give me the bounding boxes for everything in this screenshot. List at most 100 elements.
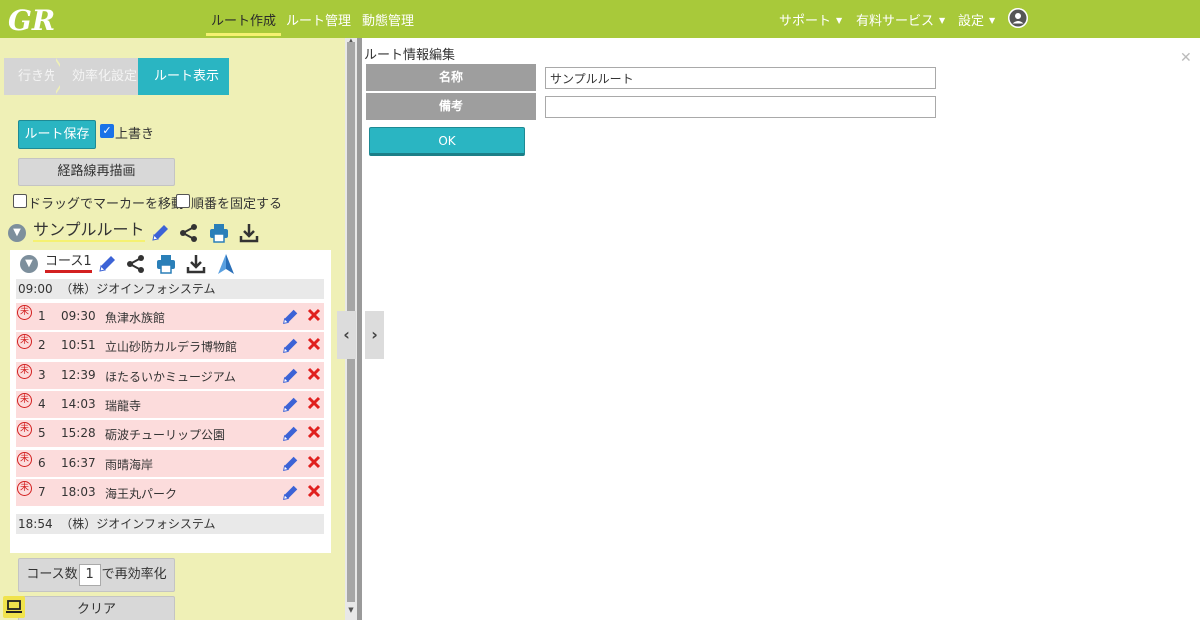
breadcrumb-step-optimize[interactable]: 効率化設定 (60, 58, 150, 95)
collapse-panel-button[interactable]: ‹ (337, 311, 356, 359)
nav-settings[interactable]: 設定 ▼ (958, 10, 995, 29)
breadcrumb-step-route-view[interactable]: ルート表示 (138, 58, 229, 95)
edit-pencil-icon[interactable] (280, 483, 300, 503)
unvisited-badge-icon: 未 (17, 451, 32, 467)
redraw-route-button[interactable]: 経路線再描画 (18, 158, 175, 186)
unvisited-badge-icon: 未 (17, 392, 32, 408)
edit-pencil-icon[interactable] (149, 222, 171, 244)
overwrite-checkbox[interactable]: ✓ (100, 124, 114, 138)
note-label: 備考 (366, 93, 536, 120)
edit-pencil-icon[interactable] (280, 307, 300, 327)
stop-number: 5 (38, 426, 46, 441)
end-name: （株）ジオインフォシステム (60, 517, 216, 531)
drag-marker-label: ドラッグでマーカーを移動 (28, 197, 185, 212)
edit-pencil-icon[interactable] (280, 336, 300, 356)
course-name[interactable]: コース1 (45, 254, 92, 273)
scroll-down-icon[interactable]: ▼ (345, 606, 357, 614)
start-point-row: 09:00 （株）ジオインフォシステム (16, 279, 324, 299)
delete-x-icon[interactable] (306, 454, 322, 470)
panel-divider[interactable] (357, 38, 362, 620)
stop-name: 雨晴海岸 (105, 457, 154, 472)
clear-button[interactable]: クリア (18, 596, 175, 620)
route-name-input[interactable] (545, 67, 936, 89)
edit-pencil-icon[interactable] (280, 454, 300, 474)
gr-logo[interactable]: GR (6, 2, 64, 36)
fix-order-checkbox[interactable] (176, 194, 190, 208)
delete-x-icon[interactable] (306, 366, 322, 382)
close-icon[interactable]: ✕ (1180, 50, 1192, 66)
nav-support[interactable]: サポート ▼ (779, 10, 842, 29)
stop-name: 瑞龍寺 (105, 398, 142, 413)
stop-time: 18:03 (61, 484, 96, 499)
delete-x-icon[interactable] (306, 424, 322, 440)
stop-time: 09:30 (61, 309, 96, 323)
delete-x-icon[interactable] (306, 395, 322, 411)
print-icon[interactable] (155, 253, 177, 275)
expand-panel-button[interactable]: › (365, 311, 384, 359)
edit-pencil-icon[interactable] (280, 395, 300, 415)
unvisited-badge-icon: 未 (17, 305, 32, 320)
edit-pencil-icon[interactable] (96, 253, 118, 275)
caret-down-icon: ▼ (989, 16, 996, 25)
stop-row[interactable]: 未 5 15:28 砺波チューリップ公園 (16, 420, 324, 448)
download-icon[interactable] (238, 222, 260, 244)
unvisited-badge-icon: 未 (17, 334, 32, 350)
nav-route-create[interactable]: ルート作成 (211, 10, 276, 29)
stop-time: 14:03 (61, 396, 96, 411)
nav-active-underline (206, 33, 281, 36)
nav-dynamic-manage[interactable]: 動態管理 (362, 10, 414, 29)
print-icon[interactable] (208, 222, 230, 244)
edit-pencil-icon[interactable] (280, 366, 300, 386)
laptop-icon[interactable] (3, 596, 25, 618)
course-count-prefix: コース数 (26, 567, 78, 582)
nav-route-manage[interactable]: ルート管理 (286, 10, 351, 29)
end-time: 18:54 (18, 517, 53, 531)
route-note-input[interactable] (545, 96, 936, 118)
caret-down-icon: ▼ (939, 16, 946, 25)
stop-row[interactable]: 未 2 10:51 立山砂防カルデラ博物館 (16, 332, 324, 360)
ok-button[interactable]: OK (369, 127, 525, 156)
caret-down-icon: ▼ (836, 16, 843, 25)
delete-x-icon[interactable] (306, 483, 322, 499)
share-icon[interactable] (178, 222, 200, 244)
delete-x-icon[interactable] (306, 336, 322, 352)
course-count-suffix: で再効率化 (101, 567, 167, 582)
download-icon[interactable] (185, 253, 207, 275)
stop-row[interactable]: 未 1 09:30 魚津水族館 (16, 303, 324, 330)
start-time: 09:00 (18, 282, 53, 296)
route-info-title: ルート情報編集 (364, 48, 456, 63)
stop-row[interactable]: 未 3 12:39 ほたるいかミュージアム (16, 361, 324, 389)
overwrite-label: 上書き (115, 127, 155, 142)
route-name: サンプルルート (33, 220, 145, 242)
stop-number: 4 (38, 396, 46, 411)
edit-pencil-icon[interactable] (280, 424, 300, 444)
stop-row[interactable]: 未 4 14:03 瑞龍寺 (16, 390, 324, 418)
stop-time: 15:28 (61, 426, 96, 441)
unvisited-badge-icon: 未 (17, 363, 32, 379)
stop-name: ほたるいかミュージアム (105, 369, 236, 384)
reoptimize-button[interactable]: コース数 1 で再効率化 (18, 558, 175, 592)
course-collapse-chevron-icon[interactable]: ▼ (20, 255, 38, 273)
stop-time: 10:51 (61, 338, 96, 353)
stop-time: 16:37 (61, 455, 96, 470)
nav-paid-services[interactable]: 有料サービス ▼ (856, 10, 945, 29)
course-card: ▼ コース1 09:00 （株）ジオインフォシステム 未 1 09:30 魚津水族館未… (10, 250, 331, 553)
navigation-arrow-icon[interactable] (215, 253, 237, 275)
share-icon[interactable] (125, 253, 147, 275)
stop-row[interactable]: 未 7 18:03 海王丸パーク (16, 478, 324, 506)
end-point-row: 18:54 （株）ジオインフォシステム (16, 514, 324, 534)
delete-x-icon[interactable] (306, 307, 322, 323)
start-name: （株）ジオインフォシステム (60, 282, 216, 296)
user-avatar-icon[interactable] (1008, 8, 1028, 28)
course-count-input[interactable]: 1 (78, 563, 101, 586)
stop-name: 海王丸パーク (105, 486, 178, 501)
stop-number: 3 (38, 367, 46, 382)
stop-number: 1 (38, 309, 46, 323)
stop-time: 12:39 (61, 367, 96, 382)
route-collapse-chevron-icon[interactable]: ▼ (8, 224, 26, 242)
stop-number: 7 (38, 484, 46, 499)
stop-row[interactable]: 未 6 16:37 雨晴海岸 (16, 449, 324, 477)
stop-name: 立山砂防カルデラ博物館 (105, 340, 238, 355)
save-route-button[interactable]: ルート保存 (18, 120, 96, 149)
drag-marker-checkbox[interactable] (13, 194, 27, 208)
